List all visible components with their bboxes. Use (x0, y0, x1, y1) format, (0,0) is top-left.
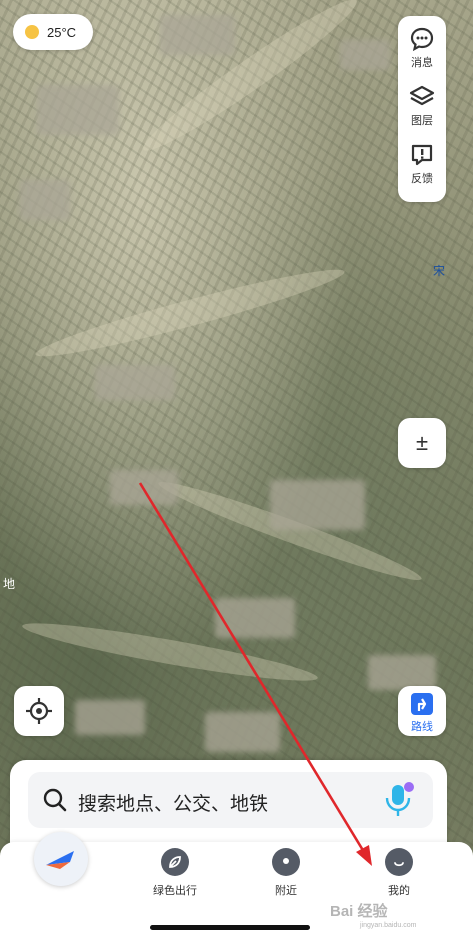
watermark: Bai 经验 (330, 903, 388, 920)
home-indicator (150, 925, 310, 930)
annotation-arrow (138, 482, 372, 866)
watermark-url: jingyan.baidu.com (360, 922, 417, 929)
